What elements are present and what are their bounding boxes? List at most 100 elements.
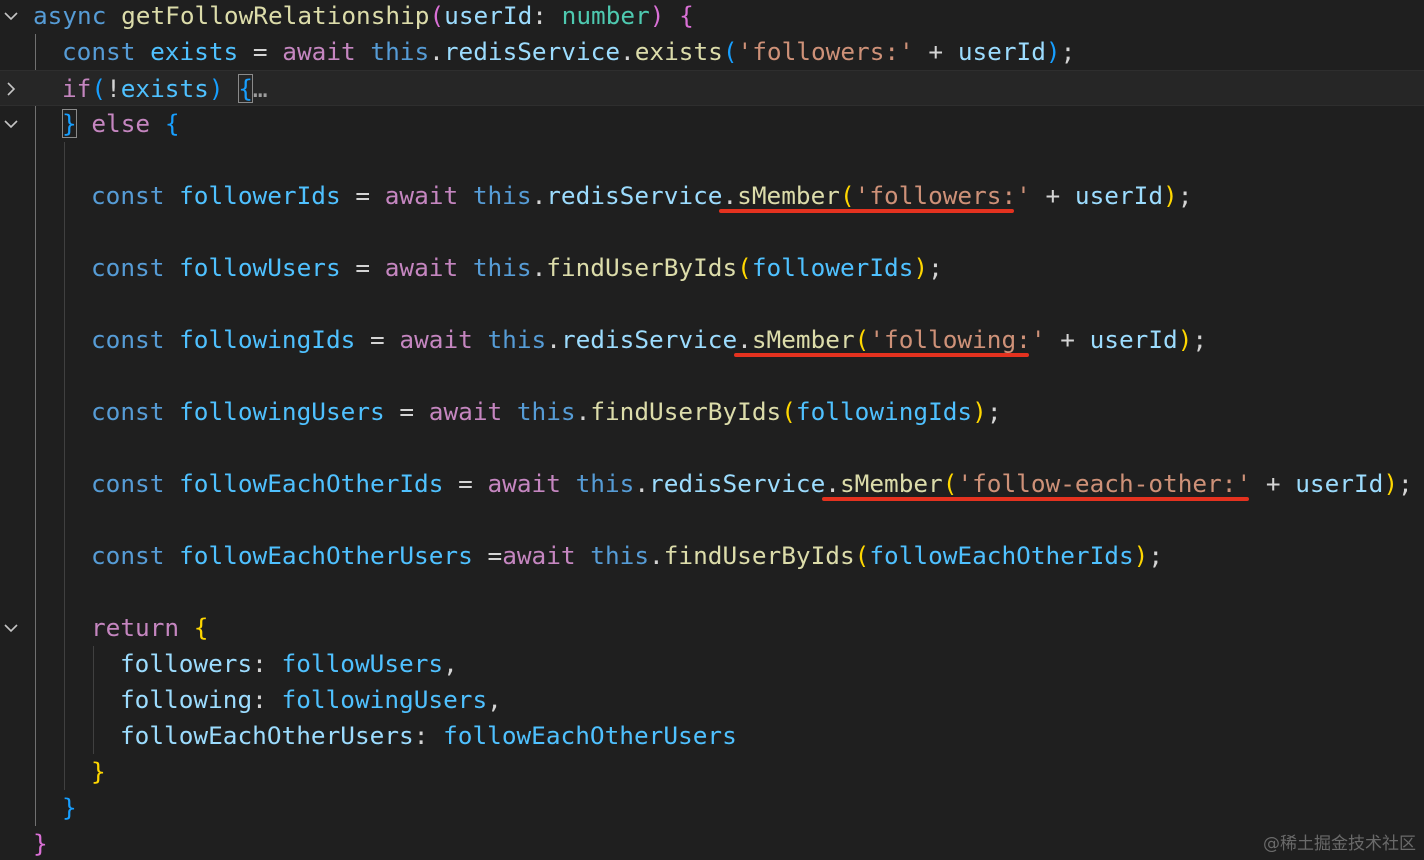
code-token: following	[120, 685, 253, 714]
line-code: const followingUsers = await this.findUs…	[91, 394, 1002, 430]
code-token: 'followers:'	[737, 37, 914, 66]
chevron-down-icon[interactable]	[2, 0, 24, 34]
code-editor[interactable]: async getFollowRelationship ( userId: numb…	[0, 0, 1424, 860]
folded-ellipsis[interactable]: …	[253, 74, 268, 103]
code-line[interactable]	[0, 214, 1424, 250]
code-token: )	[1045, 37, 1061, 66]
code-token: this	[472, 181, 532, 210]
code-token: )	[913, 253, 929, 282]
code-token: ;	[1148, 541, 1164, 570]
code-token: 'followers:	[854, 181, 1017, 210]
code-token: followingIds	[179, 325, 356, 354]
code-token: ;	[1177, 181, 1193, 210]
code-line[interactable]: const followerIds = await this.redisServ…	[0, 178, 1424, 214]
chevron-right-icon[interactable]	[2, 71, 24, 107]
code-line[interactable]: const followingIds = await this.redisSer…	[0, 322, 1424, 358]
code-token: {	[193, 613, 209, 642]
code-token: ;	[1060, 37, 1076, 66]
code-token: this	[516, 397, 576, 426]
code-token: this	[370, 37, 430, 66]
code-token: const	[91, 253, 180, 282]
code-token: (	[854, 325, 870, 354]
code-token: followEachOtherUsers	[443, 721, 737, 750]
code-line[interactable]: const exists = await this.redisService.e…	[0, 34, 1424, 70]
code-token: )	[1177, 325, 1193, 354]
code-line[interactable]: const followUsers = await this.findUserB…	[0, 250, 1424, 286]
code-token: }	[33, 829, 48, 858]
code-token: followEachOtherUsers	[179, 541, 473, 570]
code-token: followingUsers	[179, 397, 385, 426]
code-token: findUserByIds	[590, 397, 782, 426]
code-token: (	[839, 181, 855, 210]
code-line[interactable]: }	[0, 790, 1424, 826]
code-token: const	[62, 37, 151, 66]
code-line[interactable]	[0, 286, 1424, 322]
code-line[interactable]: following: followingUsers,	[0, 682, 1424, 718]
code-token: async	[33, 1, 122, 30]
code-token: const	[91, 397, 180, 426]
code-line[interactable]: } else {	[0, 106, 1424, 142]
code-token: followEachOtherIds	[869, 541, 1134, 570]
code-token: .	[620, 37, 635, 66]
code-line[interactable]: async getFollowRelationship(userId: numb…	[0, 0, 1424, 34]
line-code: return {	[91, 610, 208, 646]
code-line[interactable]: const followEachOtherUsers =await this.f…	[0, 538, 1424, 574]
line-code: const followerIds = await this.redisServ…	[91, 178, 1192, 214]
line-code: }	[62, 790, 77, 826]
code-token: const	[91, 541, 180, 570]
red-underline-annotation	[733, 353, 1029, 357]
code-line[interactable]	[0, 574, 1424, 610]
code-token: =	[355, 325, 400, 354]
code-token: await	[502, 541, 591, 570]
code-token: 'follow-each-other:'	[957, 469, 1252, 498]
code-line[interactable]: }	[0, 754, 1424, 790]
code-token: number	[561, 1, 650, 30]
code-line[interactable]	[0, 430, 1424, 466]
code-token: userId	[1074, 181, 1164, 210]
code-token: const	[91, 469, 180, 498]
code-token: redisService	[649, 469, 826, 498]
red-underline-annotation	[719, 209, 1015, 213]
code-token: }	[62, 109, 77, 138]
code-token: (	[781, 397, 796, 426]
code-token: '	[1016, 181, 1031, 210]
code-token: +	[1045, 325, 1090, 354]
code-token: this	[472, 253, 532, 282]
chevron-down-icon[interactable]	[2, 610, 24, 646]
code-line[interactable]: if(!exists) {…	[0, 70, 1424, 106]
code-line[interactable]: }	[0, 826, 1424, 860]
code-token: userId	[1089, 325, 1178, 354]
code-token: {	[679, 1, 694, 30]
code-line[interactable]	[0, 358, 1424, 394]
code-token: =	[443, 469, 488, 498]
code-line[interactable]: return {	[0, 610, 1424, 646]
code-line[interactable]: followEachOtherUsers: followEachOtherUse…	[0, 718, 1424, 754]
code-token: )	[208, 74, 224, 103]
code-token: getFollowRelationship	[121, 1, 430, 30]
code-token: userId	[957, 37, 1046, 66]
code-token: .	[531, 253, 547, 282]
code-token: sMember	[839, 469, 943, 498]
chevron-down-icon[interactable]	[2, 106, 24, 142]
code-token: ,	[443, 649, 458, 678]
code-token: :	[532, 1, 562, 30]
code-line[interactable]: const followingUsers = await this.findUs…	[0, 394, 1424, 430]
code-token: sMember	[751, 325, 855, 354]
code-line[interactable]	[0, 502, 1424, 538]
code-token: '	[1030, 325, 1046, 354]
code-token: await	[399, 325, 488, 354]
code-line[interactable]: followers: followUsers,	[0, 646, 1424, 682]
code-token: .	[649, 541, 664, 570]
code-token: redisService	[546, 181, 723, 210]
code-line[interactable]	[0, 142, 1424, 178]
code-token: userId	[444, 1, 533, 30]
code-token: .	[737, 325, 752, 354]
red-underline-annotation	[821, 497, 1250, 501]
code-token: {	[164, 109, 180, 138]
code-token: if	[62, 74, 92, 103]
code-token: followers	[120, 649, 253, 678]
code-token: )	[972, 397, 987, 426]
